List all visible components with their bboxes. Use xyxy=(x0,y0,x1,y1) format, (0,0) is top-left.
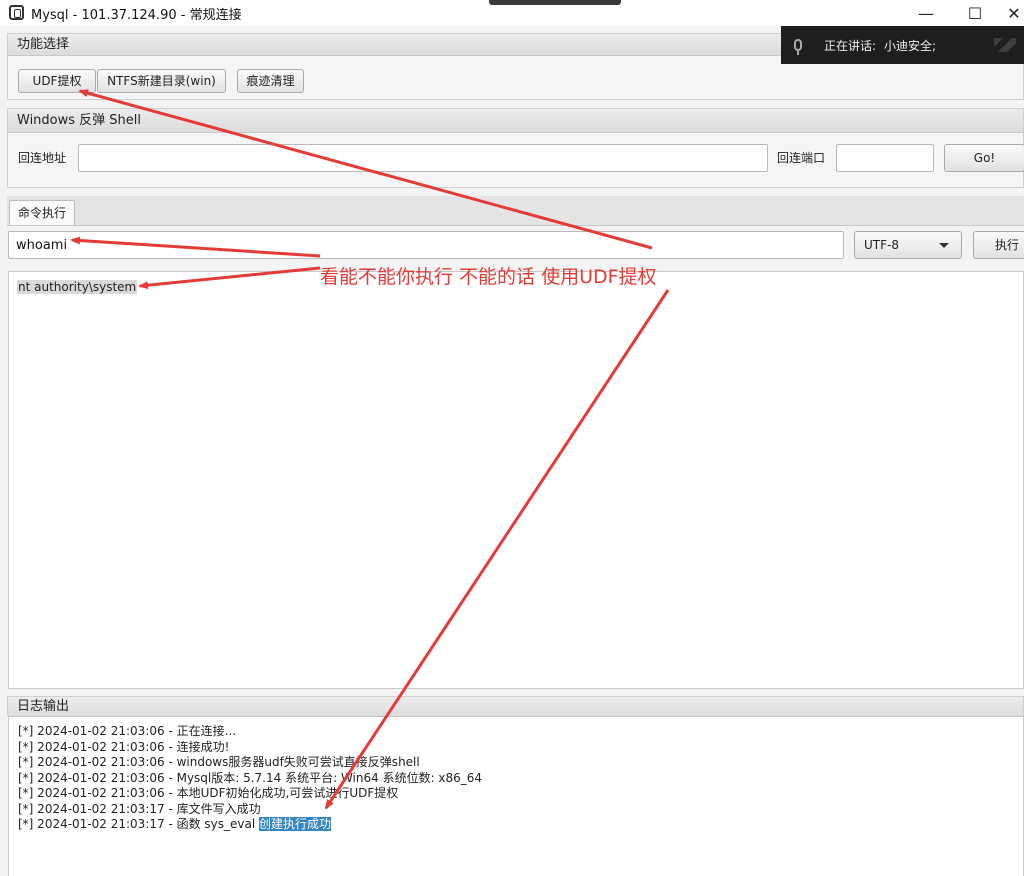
log-line: [*] 2024-01-02 21:03:17 - 库文件写入成功 xyxy=(18,801,261,816)
speaker-name: 小迪安全; xyxy=(884,38,937,53)
address-input[interactable] xyxy=(78,144,768,172)
title-bar: Mysql - 101.37.124.90 - 常规连接 — ☐ ✕ xyxy=(0,0,1024,26)
annotation-text: 看能不能你执行 不能的话 使用UDF提权 xyxy=(320,266,657,288)
log-line: [*] 2024-01-02 21:03:06 - 本地UDF初始化成功,可尝试… xyxy=(18,786,399,800)
trace-cleanup-button[interactable]: 痕迹清理 xyxy=(237,69,304,93)
execute-button[interactable]: 执行 xyxy=(973,231,1024,259)
log-line-last: [*] 2024-01-02 21:03:17 - 函数 sys_eval 创建… xyxy=(18,817,1023,833)
minimize-icon[interactable]: — xyxy=(906,1,946,25)
microphone-icon xyxy=(794,39,802,55)
command-input[interactable] xyxy=(8,231,844,259)
go-button[interactable]: Go! xyxy=(944,144,1024,172)
close-icon[interactable]: ✕ xyxy=(1004,1,1024,25)
maximize-icon[interactable]: ☐ xyxy=(955,1,995,25)
port-label: 回连端口 xyxy=(777,151,826,165)
app-icon xyxy=(9,5,24,20)
tab-command-execute[interactable]: 命令执行 xyxy=(9,200,75,225)
log-output-area[interactable]: [*] 2024-01-02 21:03:06 - 正在连接... [*] 20… xyxy=(8,716,1024,876)
encoding-select[interactable]: UTF-8 xyxy=(854,231,962,259)
chevron-down-icon xyxy=(939,243,949,248)
log-panel: 日志输出 xyxy=(7,696,1024,717)
window-title: Mysql - 101.37.124.90 - 常规连接 xyxy=(31,8,242,23)
udf-escalation-button[interactable]: UDF提权 xyxy=(18,69,96,93)
reverse-shell-panel: Windows 反弹 Shell 回连地址 回连端口 Go! xyxy=(7,108,1024,188)
address-label: 回连地址 xyxy=(18,151,67,165)
command-tabstrip xyxy=(7,196,1024,226)
ntfs-create-dir-button[interactable]: NTFS新建目录(win) xyxy=(97,69,226,93)
log-line: [*] 2024-01-02 21:03:06 - 连接成功! xyxy=(18,739,230,754)
log-line: [*] 2024-01-02 21:03:06 - Mysql版本: 5.7.1… xyxy=(18,770,483,785)
log-selection-highlight: 创建执行成功 xyxy=(259,817,332,831)
overlay-logo-icon xyxy=(994,38,1016,52)
title-notch xyxy=(489,0,621,5)
encoding-value: UTF-8 xyxy=(864,238,899,252)
speaking-label: 正在讲话: xyxy=(824,38,877,53)
log-panel-header: 日志输出 xyxy=(8,697,1023,717)
log-line: [*] 2024-01-02 21:03:06 - 正在连接... xyxy=(18,724,237,738)
reverse-shell-header: Windows 反弹 Shell xyxy=(8,109,1023,133)
speaking-overlay: 正在讲话: 小迪安全; xyxy=(781,26,1024,64)
command-output-text: nt authority\system xyxy=(17,280,138,294)
port-input[interactable] xyxy=(836,144,934,172)
command-output-area[interactable]: nt authority\system xyxy=(8,271,1024,689)
log-line-prefix: [*] 2024-01-02 21:03:17 - 函数 sys_eval xyxy=(18,817,259,831)
log-line: [*] 2024-01-02 21:03:06 - windows服务器udf失… xyxy=(18,755,420,769)
